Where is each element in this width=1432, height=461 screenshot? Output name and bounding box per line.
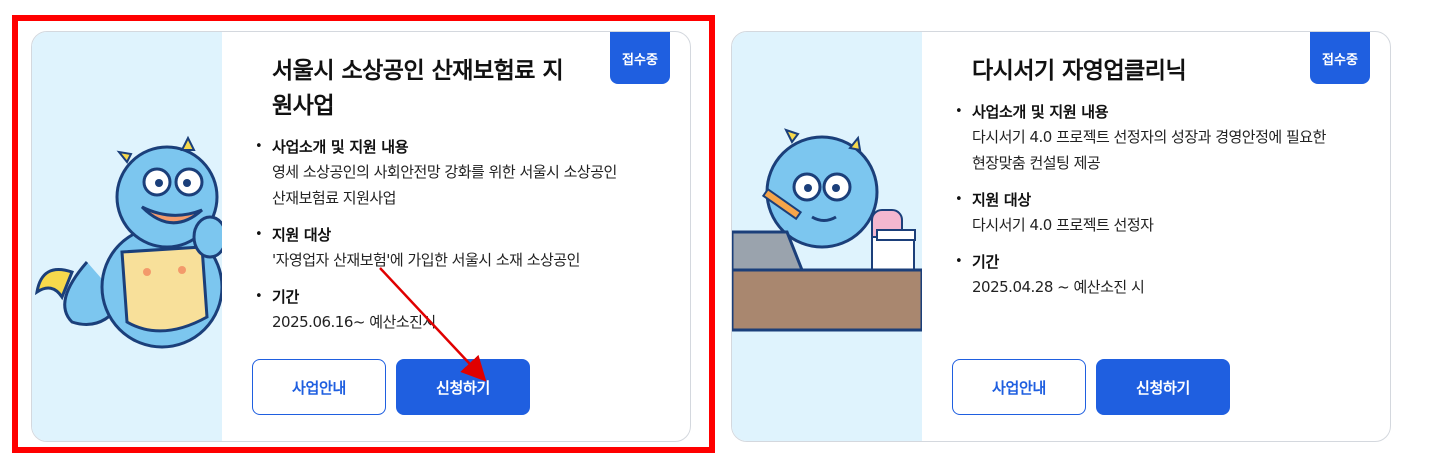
apply-button[interactable]: 신청하기 xyxy=(1096,359,1230,415)
card-info: 사업소개 및 지원 내용 다시서기 4.0 프로젝트 선정자의 성장과 경영안정… xyxy=(952,100,1326,312)
program-card-self-employed-clinic: 접수중 다시서기 자영업클리닉 사업소개 및 지원 내용 다시서기 4.0 프로… xyxy=(731,31,1391,442)
section-description: 사업소개 및 지원 내용 다시서기 4.0 프로젝트 선정자의 성장과 경영안정… xyxy=(952,100,1326,176)
section-target: 지원 대상 다시서기 4.0 프로젝트 선정자 xyxy=(952,188,1326,238)
section-text-line: 영세 소상공인의 사회안전망 강화를 위한 서울시 소상공인 xyxy=(272,163,617,181)
program-info-button[interactable]: 사업안내 xyxy=(952,359,1086,415)
card-info: 사업소개 및 지원 내용 영세 소상공인의 사회안전망 강화를 위한 서울시 소… xyxy=(252,135,617,347)
section-period: 기간 2025.04.28 ~ 예산소진 시 xyxy=(952,250,1326,300)
section-heading: 사업소개 및 지원 내용 xyxy=(272,138,409,156)
section-text-line: 2025.04.28 ~ 예산소진 시 xyxy=(972,278,1145,296)
section-description: 사업소개 및 지원 내용 영세 소상공인의 사회안전망 강화를 위한 서울시 소… xyxy=(252,135,617,211)
section-period: 기간 2025.06.16~ 예산소진시 xyxy=(252,285,617,335)
section-text-line: 2025.06.16~ 예산소진시 xyxy=(272,313,436,331)
section-text-line: 다시서기 4.0 프로젝트 선정자 xyxy=(972,216,1154,234)
mascot-illustration xyxy=(32,32,222,441)
section-heading: 기간 xyxy=(972,253,1000,271)
section-heading: 기간 xyxy=(272,288,300,306)
card-title: 다시서기 자영업클리닉 xyxy=(972,58,1187,84)
section-target: 지원 대상 '자영업자 산재보험'에 가입한 서울시 소재 소상공인 xyxy=(252,223,617,273)
section-text-line: 다시서기 4.0 프로젝트 선정자의 성장과 경영안정에 필요한 xyxy=(972,128,1326,146)
section-text-line: '자영업자 산재보험'에 가입한 서울시 소재 소상공인 xyxy=(272,251,580,269)
section-heading: 지원 대상 xyxy=(272,226,331,244)
apply-button[interactable]: 신청하기 xyxy=(396,359,530,415)
section-text-line: 현장맞춤 컨설팅 제공 xyxy=(972,154,1101,172)
program-info-button[interactable]: 사업안내 xyxy=(252,359,386,415)
card-title: 서울시 소상공인 산재보험료 지원사업 xyxy=(272,58,564,119)
section-heading: 지원 대상 xyxy=(972,191,1031,209)
mascot-illustration xyxy=(732,32,922,441)
section-text-line: 산재보험료 지원사업 xyxy=(272,189,396,207)
section-heading: 사업소개 및 지원 내용 xyxy=(972,103,1109,121)
program-card-sanjae-insurance: 접수중 서울시 소상공인 산재보험료 지원사업 사업소개 및 지원 내용 영세 … xyxy=(31,31,691,442)
